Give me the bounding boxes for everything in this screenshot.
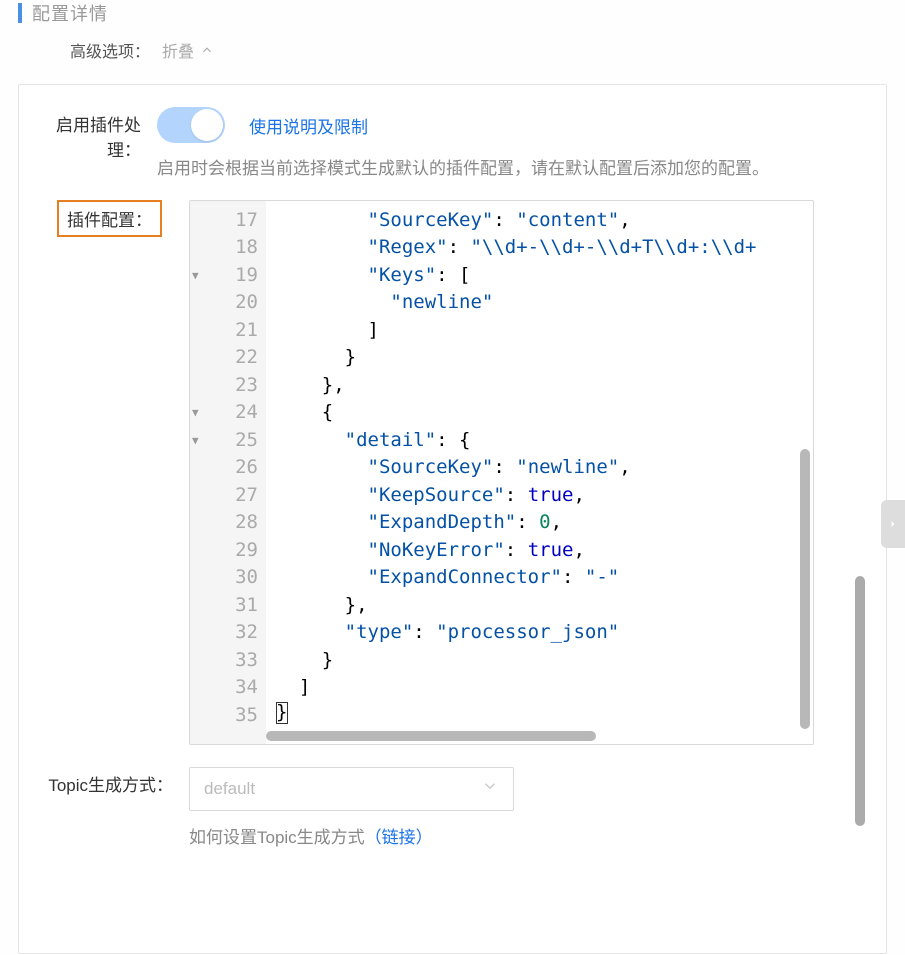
page-title-row: 配置详情 bbox=[18, 0, 887, 26]
topic-help-text: 如何设置Topic生成方式（链接） bbox=[189, 823, 868, 848]
plugin-toggle-help: 启用时会根据当前选择模式生成默认的插件配置，请在默认配置后添加您的配置。 bbox=[157, 155, 868, 184]
code-line[interactable]: { bbox=[276, 399, 813, 427]
code-line[interactable]: ] bbox=[276, 317, 813, 345]
code-line[interactable]: "Keys": [ bbox=[276, 262, 813, 290]
plugin-config-editor[interactable]: 1718▼1920212223▼24▼252627282930313233343… bbox=[189, 200, 814, 745]
fold-marker-icon[interactable]: ▼ bbox=[192, 399, 199, 427]
gutter-line: ▼19 bbox=[198, 262, 258, 290]
code-line[interactable]: "ExpandConnector": "-" bbox=[276, 564, 813, 592]
gutter-line: 21 bbox=[198, 317, 258, 345]
gutter-line: 20 bbox=[198, 289, 258, 317]
gutter-line: 35 bbox=[198, 702, 258, 730]
gutter-line: 33 bbox=[198, 647, 258, 675]
fold-marker-icon[interactable]: ▼ bbox=[192, 262, 199, 290]
gutter-line: 30 bbox=[198, 564, 258, 592]
editor-vertical-scroll-thumb[interactable] bbox=[800, 449, 810, 729]
page-vertical-scrollbar[interactable] bbox=[855, 576, 865, 826]
advanced-options-label: 高级选项： bbox=[70, 38, 150, 62]
gutter-line: 27 bbox=[198, 482, 258, 510]
gutter-line: 34 bbox=[198, 674, 258, 702]
editor-horizontal-scroll-thumb[interactable] bbox=[266, 731, 596, 741]
page-title: 配置详情 bbox=[32, 0, 108, 26]
code-line[interactable]: "detail": { bbox=[276, 427, 813, 455]
plugin-config-label: 插件配置： bbox=[57, 200, 162, 237]
gutter-line: 26 bbox=[198, 454, 258, 482]
config-card: 启用插件处理： 使用说明及限制 启用时会根据当前选择模式生成默认的插件配置，请在… bbox=[18, 84, 887, 954]
topic-help-prefix: 如何设置Topic生成方式 bbox=[189, 828, 365, 847]
fold-marker-icon[interactable]: ▼ bbox=[192, 427, 199, 455]
code-line[interactable]: "NoKeyError": true, bbox=[276, 537, 813, 565]
editor-cursor bbox=[276, 702, 288, 724]
code-line[interactable]: "ExpandDepth": 0, bbox=[276, 509, 813, 537]
gutter-line: 31 bbox=[198, 592, 258, 620]
usage-limits-link[interactable]: 使用说明及限制 bbox=[249, 113, 368, 138]
topic-select-value: default bbox=[204, 779, 255, 799]
chevron-up-icon bbox=[200, 43, 214, 57]
chevron-down-icon bbox=[481, 777, 499, 800]
gutter-line: 28 bbox=[198, 509, 258, 537]
code-line[interactable]: } bbox=[276, 344, 813, 372]
gutter-line: 32 bbox=[198, 619, 258, 647]
gutter-line: 22 bbox=[198, 344, 258, 372]
code-line[interactable]: }, bbox=[276, 372, 813, 400]
editor-vertical-scrollbar[interactable] bbox=[800, 207, 810, 728]
editor-gutter: 1718▼1920212223▼24▼252627282930313233343… bbox=[190, 201, 266, 744]
code-line[interactable] bbox=[276, 702, 813, 730]
collapse-toggle[interactable]: 折叠 bbox=[162, 38, 214, 62]
gutter-line: 23 bbox=[198, 372, 258, 400]
gutter-line: ▼24 bbox=[198, 399, 258, 427]
gutter-line: ▼25 bbox=[198, 427, 258, 455]
plugin-toggle-label: 启用插件处理： bbox=[37, 107, 157, 161]
title-accent-bar bbox=[18, 3, 22, 23]
gutter-line: 18 bbox=[198, 234, 258, 262]
code-line[interactable]: "SourceKey": "content", bbox=[276, 207, 813, 235]
gutter-line: 17 bbox=[198, 207, 258, 235]
code-line[interactable]: "newline" bbox=[276, 289, 813, 317]
side-panel-handle[interactable] bbox=[881, 500, 905, 548]
code-line[interactable]: } bbox=[276, 647, 813, 675]
code-line[interactable]: }, bbox=[276, 592, 813, 620]
topic-label: Topic生成方式： bbox=[37, 767, 189, 796]
gutter-line: 29 bbox=[198, 537, 258, 565]
topic-help-link[interactable]: （链接） bbox=[365, 828, 433, 847]
code-line[interactable]: "type": "processor_json" bbox=[276, 619, 813, 647]
code-line[interactable]: "KeepSource": true, bbox=[276, 482, 813, 510]
collapse-label: 折叠 bbox=[162, 38, 194, 62]
editor-code-area[interactable]: "SourceKey": "content", "Regex": "\\d+-\… bbox=[266, 201, 813, 744]
editor-horizontal-scrollbar[interactable] bbox=[266, 731, 807, 741]
plugin-enable-toggle[interactable] bbox=[157, 107, 225, 143]
code-line[interactable]: ] bbox=[276, 674, 813, 702]
code-line[interactable]: "SourceKey": "newline", bbox=[276, 454, 813, 482]
topic-select[interactable]: default bbox=[189, 767, 514, 811]
code-line[interactable]: "Regex": "\\d+-\\d+-\\d+T\\d+:\\d+ bbox=[276, 234, 813, 262]
